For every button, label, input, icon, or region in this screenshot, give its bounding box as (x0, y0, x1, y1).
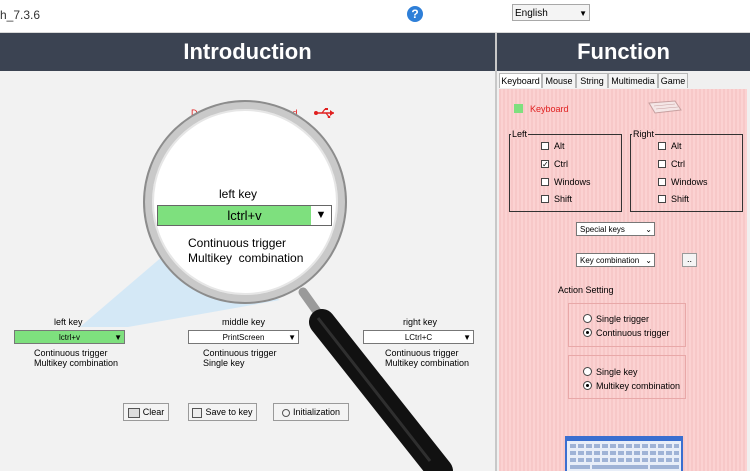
chevron-down-icon: ▼ (311, 206, 331, 225)
magnified-left-key-select: lctrl+v ▼ (157, 205, 332, 226)
magnifier-lens: left key lctrl+v ▼ Continuous trigger Mu… (145, 102, 345, 302)
magnifier-handle (298, 287, 453, 471)
magnified-mode: Continuous trigger (188, 236, 287, 250)
magnified-left-key-value: lctrl+v (227, 208, 262, 223)
magnified-left-key-label: left key (219, 187, 258, 201)
magnified-combo: Multikey combination (188, 251, 304, 265)
